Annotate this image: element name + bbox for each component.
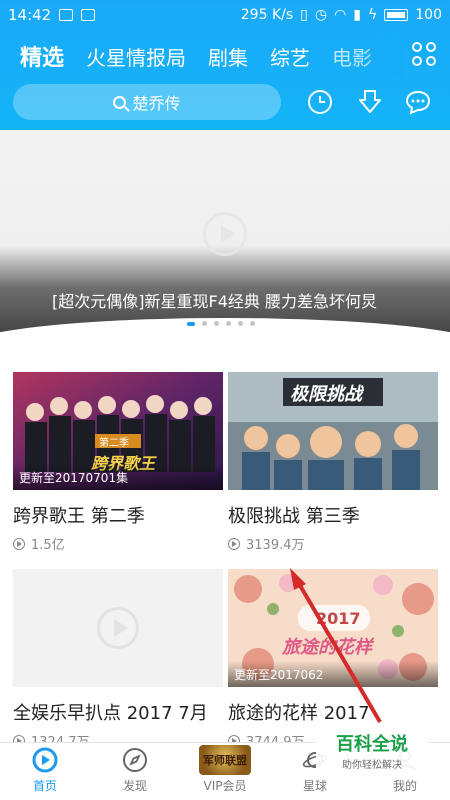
charging-icon: ϟ [368, 7, 378, 23]
watermark-logo: 百科全说 助你轻松解决 [316, 728, 428, 774]
update-status: 更新至20170701集 [19, 471, 129, 485]
carousel-dot-active [187, 321, 195, 326]
tab-mars-intel[interactable]: 火星情报局 [86, 42, 186, 71]
poster-title: 极限挑战 [290, 384, 362, 405]
carousel-dot [226, 321, 231, 326]
vibrate-icon: ▯ [300, 7, 308, 23]
video-card[interactable]: 极限挑战 极限挑战 第三季 3139.4万 [228, 372, 438, 553]
carousel-dot [250, 321, 255, 326]
status-bar: 14:42 295 K/s ▯ ◷ ◠ ▮ ϟ 100 [0, 0, 450, 30]
play-count: 1.5亿 [13, 534, 223, 553]
video-thumbnail[interactable]: 2017 旅途的花样 更新至2017062 [228, 569, 438, 687]
channel-grid-icon[interactable] [412, 42, 436, 66]
nav-vip-label: VIP会员 [203, 779, 247, 793]
carousel-dot [202, 321, 207, 326]
video-card[interactable]: 2017 旅途的花样 更新至2017062 旅途的花样 2017 3744.9万 [228, 569, 438, 750]
video-card[interactable]: 第二季 跨界歌王 更新至20170701集 跨界歌王 第二季 1.5亿 [13, 372, 223, 553]
play-count-value: 1.5亿 [31, 538, 65, 553]
alarm-icon: ◷ [314, 7, 328, 23]
battery-level: 100 [415, 7, 442, 23]
play-count: 3139.4万 [228, 534, 438, 553]
home-icon [32, 747, 58, 773]
video-title[interactable]: 旅途的花样 2017 [228, 699, 438, 725]
video-title[interactable]: 跨界歌王 第二季 [13, 502, 223, 528]
download-icon[interactable] [356, 88, 384, 116]
nav-vip[interactable]: 军师联盟 VIP会员 [180, 743, 270, 800]
poster-badge: 2017 [316, 609, 361, 628]
notification-icon [59, 9, 74, 21]
nav-planet-label: 星球 [302, 779, 327, 793]
watermark-title: 百科全说 [336, 734, 408, 755]
history-icon[interactable] [306, 88, 334, 116]
search-icon [113, 95, 127, 109]
video-thumbnail[interactable] [13, 569, 223, 687]
carousel-dot [238, 321, 243, 326]
nav-profile-label: 我的 [392, 779, 417, 793]
tab-series[interactable]: 剧集 [208, 42, 248, 71]
compass-icon [123, 748, 147, 772]
nav-discover-label: 发现 [122, 779, 147, 793]
banner-caption: [超次元偶像]新星重现F4经典 腰力差急坏何炅 [52, 292, 377, 311]
carousel-dot [214, 321, 219, 326]
nav-discover[interactable]: 发现 [90, 743, 180, 800]
placeholder-play-icon [97, 607, 139, 649]
video-title[interactable]: 极限挑战 第三季 [228, 502, 438, 528]
tabs-fade-overlay [364, 34, 404, 78]
search-placeholder: 楚乔传 [132, 94, 181, 113]
video-thumbnail[interactable]: 第二季 跨界歌王 更新至20170701集 [13, 372, 223, 490]
watermark-subtitle: 助你轻松解决 [342, 760, 402, 771]
battery-icon [384, 9, 409, 21]
tab-variety[interactable]: 综艺 [270, 42, 310, 71]
poster-badge: 第二季 [99, 438, 129, 449]
signal-icon: ▮ [353, 7, 362, 23]
poster-title: 旅途的花样 [282, 637, 372, 658]
hero-banner[interactable]: [超次元偶像]新星重现F4经典 腰力差急坏何炅 [0, 130, 450, 340]
network-speed: 295 K/s [240, 7, 294, 23]
video-card[interactable]: 全娱乐早扒点 2017 7月 1324.7万 [13, 569, 223, 750]
video-thumbnail[interactable]: 极限挑战 [228, 372, 438, 490]
update-status: 更新至2017062 [234, 668, 324, 682]
play-count-icon [228, 537, 240, 550]
banner-play-icon [203, 212, 247, 256]
top-header: 14:42 295 K/s ▯ ◷ ◠ ▮ ϟ 100 精选 火星情报局 剧集 … [0, 0, 450, 130]
play-count-icon [13, 537, 25, 550]
image-notification-icon [81, 9, 96, 21]
message-icon[interactable] [404, 88, 432, 116]
vip-promo-badge: 军师联盟 [199, 745, 251, 775]
nav-home[interactable]: 首页 [0, 743, 90, 800]
play-count-value: 3139.4万 [246, 538, 305, 553]
wifi-icon: ◠ [334, 7, 347, 23]
nav-home-label: 首页 [32, 779, 57, 793]
tab-featured[interactable]: 精选 [20, 40, 64, 72]
carousel-indicator [187, 321, 255, 326]
status-time: 14:42 [8, 6, 52, 24]
search-bar[interactable]: 楚乔传 [13, 84, 281, 120]
video-title[interactable]: 全娱乐早扒点 2017 7月 [13, 699, 223, 725]
